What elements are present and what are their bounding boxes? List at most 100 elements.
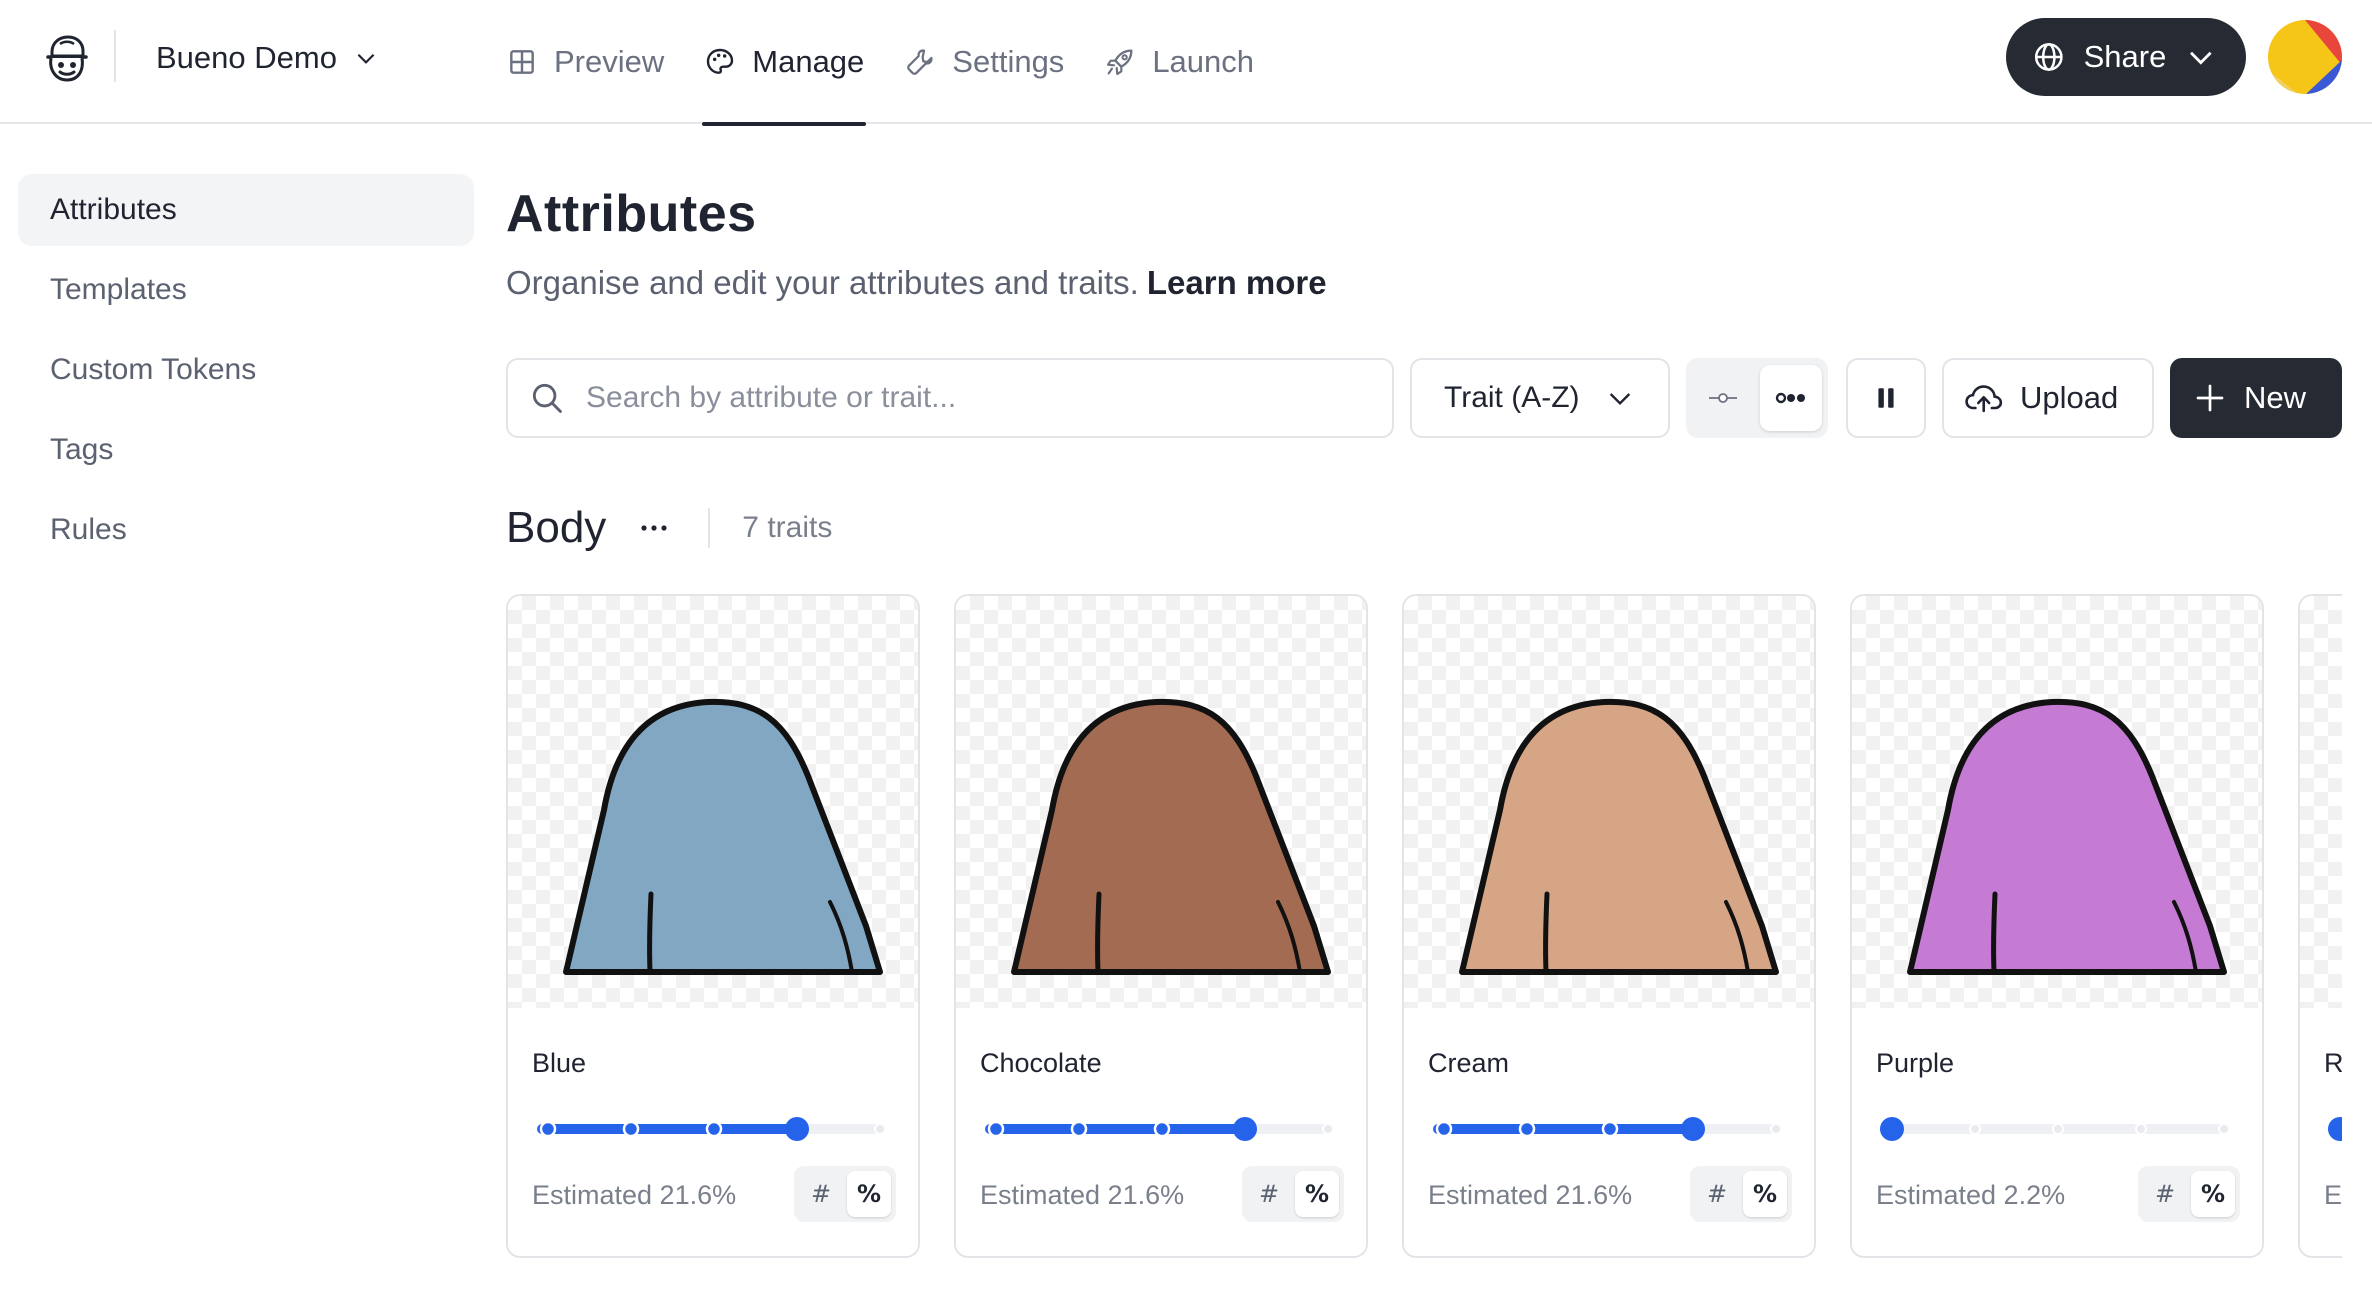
trait-image xyxy=(508,596,918,1008)
trait-name: Purple xyxy=(1876,1048,1955,1078)
wrench-icon xyxy=(907,49,933,75)
upload-label: Upload xyxy=(2020,380,2119,415)
trait-name: Chocolate xyxy=(980,1048,1102,1078)
trait-name: R xyxy=(2324,1048,2342,1078)
rarity-slider[interactable] xyxy=(534,1114,894,1144)
slider-stop xyxy=(1518,1120,1536,1138)
rarity-slider[interactable] xyxy=(2326,1114,2342,1144)
sort-dropdown[interactable]: Trait (A-Z) xyxy=(1410,358,1670,438)
body-shape xyxy=(563,698,883,975)
sort-label: Trait (A-Z) xyxy=(1444,381,1580,414)
rarity-slider[interactable] xyxy=(1430,1114,1790,1144)
page-title: Attributes xyxy=(506,185,757,243)
trait-card-list: Blue Estimated 21.6% # % Chocolate Estim… xyxy=(506,594,2342,1284)
slider-handle xyxy=(785,1117,809,1141)
search-input[interactable] xyxy=(586,381,1346,415)
percent-unit-button[interactable]: % xyxy=(1295,1171,1339,1217)
slider-handle xyxy=(1233,1117,1257,1141)
sidebar-item-label: Attributes xyxy=(50,193,177,226)
trait-image xyxy=(956,596,1366,1008)
page-subtitle-text: Organise and edit your attributes and tr… xyxy=(506,264,1139,301)
count-unit-button[interactable]: # xyxy=(1695,1171,1739,1217)
slider-handle xyxy=(2328,1117,2342,1141)
cloud-upload-icon xyxy=(1965,385,2003,413)
trait-card[interactable]: Blue Estimated 21.6% # % xyxy=(506,594,920,1258)
view-toggle xyxy=(1686,358,1828,438)
pause-icon xyxy=(1878,388,1894,408)
body-shape xyxy=(2300,596,2342,1008)
percent-unit-button[interactable]: % xyxy=(2191,1171,2235,1217)
more-icon[interactable] xyxy=(634,508,674,548)
trait-card[interactable]: Purple Estimated 2.2% # % xyxy=(1850,594,2264,1258)
chevron-down-icon xyxy=(2190,51,2212,65)
tab-preview[interactable]: Preview xyxy=(504,0,666,124)
sidebar-item-templates[interactable]: Templates xyxy=(18,254,474,326)
count-unit-button[interactable]: # xyxy=(1247,1171,1291,1217)
trait-card[interactable]: R E xyxy=(2298,594,2342,1258)
trait-estimate: Estimated 21.6% xyxy=(532,1180,737,1210)
toolbar: Trait (A-Z) Upload New xyxy=(506,358,2342,438)
learn-more-link[interactable]: Learn more xyxy=(1147,264,1327,301)
sidebar-item-attributes[interactable]: Attributes xyxy=(18,174,474,246)
sidebar-item-label: Templates xyxy=(50,273,187,306)
slider-view-button[interactable] xyxy=(1692,365,1754,431)
project-name: Bueno Demo xyxy=(156,40,337,75)
unit-toggle: # % xyxy=(2138,1166,2240,1222)
project-switcher[interactable]: Bueno Demo xyxy=(156,34,379,82)
slider-handle xyxy=(1681,1117,1705,1141)
rarity-slider[interactable] xyxy=(982,1114,1342,1144)
chevron-down-icon xyxy=(357,53,375,64)
trait-card[interactable]: Chocolate Estimated 21.6% # % xyxy=(954,594,1368,1258)
trait-estimate: E xyxy=(2324,1180,2342,1210)
plus-icon xyxy=(2196,384,2224,412)
attribute-group-name: Body xyxy=(506,503,607,552)
rarity-slider[interactable] xyxy=(1878,1114,2238,1144)
new-button[interactable]: New xyxy=(2170,358,2342,438)
pause-button[interactable] xyxy=(1846,358,1926,438)
attribute-group-header: Body 7 traits xyxy=(506,498,832,558)
tab-launch[interactable]: Launch xyxy=(1102,0,1256,124)
palette-icon xyxy=(707,48,734,74)
slider-stop xyxy=(1153,1120,1171,1138)
search-icon xyxy=(532,383,562,413)
grid-icon xyxy=(510,50,534,74)
chevron-down-icon xyxy=(1609,393,1631,406)
percent-unit-button[interactable]: % xyxy=(847,1171,891,1217)
tab-settings-label: Settings xyxy=(952,44,1065,79)
sidebar-item-label: Rules xyxy=(50,513,127,546)
top-bar: Bueno Demo Preview Manage Settings Launc… xyxy=(0,0,2372,126)
sidebar-item-label: Custom Tokens xyxy=(50,353,257,386)
trait-estimate: Estimated 21.6% xyxy=(980,1180,1185,1210)
slider-icon xyxy=(1709,393,1737,403)
slider-stop xyxy=(874,1123,886,1135)
search-box[interactable] xyxy=(506,358,1394,438)
avatar[interactable] xyxy=(2268,20,2342,94)
sidebar-item-tags[interactable]: Tags xyxy=(18,414,474,486)
sidebar-item-rules[interactable]: Rules xyxy=(18,494,474,566)
globe-icon xyxy=(2034,43,2063,71)
new-label: New xyxy=(2244,380,2307,415)
logo-icon[interactable] xyxy=(38,30,94,86)
trait-name: Cream xyxy=(1428,1048,1510,1078)
upload-button[interactable]: Upload xyxy=(1942,358,2154,438)
tab-manage[interactable]: Manage xyxy=(702,0,867,126)
share-button[interactable]: Share xyxy=(2006,18,2246,96)
body-shape xyxy=(1011,698,1331,975)
count-unit-button[interactable]: # xyxy=(799,1171,843,1217)
trait-card[interactable]: Cream Estimated 21.6% # % xyxy=(1402,594,1816,1258)
rocket-icon xyxy=(1107,49,1133,76)
dots-icon xyxy=(1775,392,1805,404)
sidebar: Attributes Templates Custom Tokens Tags … xyxy=(18,174,474,574)
sidebar-item-custom-tokens[interactable]: Custom Tokens xyxy=(18,334,474,406)
trait-estimate: Estimated 2.2% xyxy=(1876,1180,2066,1210)
sidebar-item-label: Tags xyxy=(50,433,114,466)
slider-stop xyxy=(2135,1123,2147,1135)
tab-launch-label: Launch xyxy=(1152,44,1255,79)
slider-stop xyxy=(539,1120,557,1138)
share-label: Share xyxy=(2083,39,2167,74)
percent-unit-button[interactable]: % xyxy=(1743,1171,1787,1217)
count-unit-button[interactable]: # xyxy=(2143,1171,2187,1217)
tab-settings[interactable]: Settings xyxy=(902,0,1066,124)
dots-view-button[interactable] xyxy=(1760,365,1822,431)
unit-toggle: # % xyxy=(1690,1166,1792,1222)
